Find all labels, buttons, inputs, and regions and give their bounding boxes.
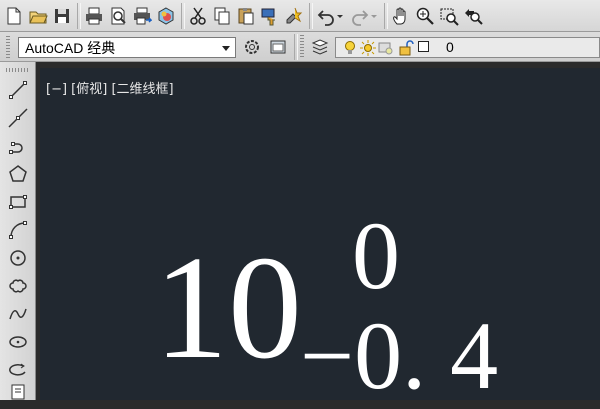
- pan-hand-icon[interactable]: [389, 4, 413, 28]
- draw-toolbar: [0, 62, 36, 400]
- layer-color-swatch: [418, 41, 429, 52]
- workspace-select[interactable]: AutoCAD 经典: [18, 37, 236, 58]
- zoom-previous-icon[interactable]: [461, 4, 485, 28]
- viewport-freeze-icon[interactable]: [378, 40, 394, 56]
- redo-dropdown-icon[interactable]: [368, 4, 380, 28]
- zoom-realtime-icon[interactable]: [413, 4, 437, 28]
- drawing-canvas[interactable]: [−] [俯视] [二维线框] 10 0 −0. 4: [40, 68, 600, 404]
- workspace-settings-icon[interactable]: [240, 35, 264, 59]
- upper-tolerance-text: 0: [352, 202, 400, 309]
- arc-icon[interactable]: [6, 218, 30, 242]
- new-file-icon[interactable]: [2, 4, 26, 28]
- chevron-down-icon[interactable]: [219, 40, 233, 55]
- toolbar-grip[interactable]: [6, 68, 30, 72]
- copy-icon[interactable]: [210, 4, 234, 28]
- print-preview-icon[interactable]: [106, 4, 130, 28]
- print-icon[interactable]: [82, 4, 106, 28]
- rectangle-icon[interactable]: [6, 190, 30, 214]
- lightbulb-icon[interactable]: [342, 40, 358, 56]
- layer-name: 0: [446, 39, 454, 55]
- layer-properties-icon[interactable]: [308, 35, 332, 59]
- match-properties-icon[interactable]: [258, 4, 282, 28]
- lower-tolerance-text: −0. 4: [300, 302, 499, 409]
- viewport-label[interactable]: [−] [俯视] [二维线框]: [46, 78, 174, 97]
- construction-line-icon[interactable]: [6, 106, 30, 130]
- spline-icon[interactable]: [6, 302, 30, 326]
- open-folder-icon[interactable]: [26, 4, 50, 28]
- toolbar-grip[interactable]: [300, 35, 304, 59]
- plot-3d-icon[interactable]: [154, 4, 178, 28]
- line-icon[interactable]: [6, 78, 30, 102]
- polyline-icon[interactable]: [6, 134, 30, 158]
- insert-block-icon[interactable]: [6, 384, 30, 400]
- undo-dropdown-icon[interactable]: [334, 4, 346, 28]
- unlock-icon[interactable]: [398, 40, 414, 56]
- circle-icon[interactable]: [6, 246, 30, 270]
- standard-toolbar: [0, 0, 600, 32]
- ellipse-arc-icon[interactable]: [6, 358, 30, 382]
- polygon-icon[interactable]: [6, 162, 30, 186]
- paste-icon[interactable]: [234, 4, 258, 28]
- clean-screen-icon[interactable]: [266, 35, 290, 59]
- zoom-window-icon[interactable]: [437, 4, 461, 28]
- toolbar-grip[interactable]: [6, 36, 10, 60]
- save-icon[interactable]: [50, 4, 74, 28]
- block-editor-icon[interactable]: [282, 4, 306, 28]
- workspace-select-value: AutoCAD 经典: [25, 39, 116, 56]
- revision-cloud-icon[interactable]: [6, 274, 30, 298]
- ellipse-icon[interactable]: [6, 330, 30, 354]
- publish-icon[interactable]: [130, 4, 154, 28]
- dimension-main-text: 10: [154, 226, 302, 390]
- sun-freeze-icon[interactable]: [360, 40, 376, 56]
- workspace-layers-toolbar: AutoCAD 经典 0: [0, 32, 600, 62]
- cut-icon[interactable]: [186, 4, 210, 28]
- layer-dropdown[interactable]: 0: [335, 37, 600, 58]
